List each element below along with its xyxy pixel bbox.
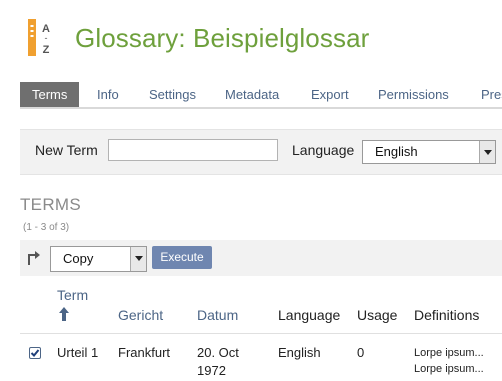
checkmark-icon bbox=[30, 349, 40, 357]
language-label: Language bbox=[292, 142, 355, 158]
column-header-definitions: Definitions bbox=[414, 307, 480, 323]
dropdown-arrow-icon bbox=[479, 141, 495, 163]
tab-settings[interactable]: Settings bbox=[149, 82, 196, 107]
language-select-value: English bbox=[375, 144, 418, 159]
tab-pres[interactable]: Pres bbox=[481, 82, 502, 107]
column-header-term[interactable]: Term bbox=[57, 287, 88, 303]
cell-datum-line1: 20. Oct bbox=[197, 345, 239, 360]
cell-usage: 0 bbox=[357, 345, 365, 360]
svg-text:-: - bbox=[45, 33, 48, 43]
bulk-action-value: Copy bbox=[63, 251, 94, 266]
bulk-action-select[interactable]: Copy bbox=[50, 246, 147, 272]
sort-ascending-icon[interactable] bbox=[58, 307, 70, 321]
tab-export[interactable]: Export bbox=[311, 82, 349, 107]
language-select[interactable]: English bbox=[362, 140, 496, 164]
tab-metadata[interactable]: Metadata bbox=[225, 82, 279, 107]
terms-heading: TERMS bbox=[20, 195, 81, 214]
tab-info[interactable]: Info bbox=[97, 82, 119, 107]
cell-term[interactable]: Urteil 1 bbox=[57, 345, 98, 360]
glossary-az-icon: A - Z bbox=[28, 19, 50, 56]
dropdown-arrow-icon bbox=[130, 247, 146, 271]
cell-gericht: Frankfurt bbox=[118, 345, 171, 360]
page-title: Glossary: Beispielglossar bbox=[75, 23, 370, 53]
cell-language: English bbox=[278, 345, 321, 360]
cell-definition-line2: Lorpe ipsum... bbox=[414, 363, 484, 375]
column-header-gericht[interactable]: Gericht bbox=[118, 307, 163, 323]
execute-button[interactable]: Execute bbox=[152, 246, 212, 269]
column-header-language: Language bbox=[278, 307, 341, 323]
cell-definition-line1: Lorpe ipsum... bbox=[414, 347, 484, 359]
column-header-datum[interactable]: Datum bbox=[197, 307, 238, 323]
cell-datum-line2: 1972 bbox=[197, 363, 226, 378]
terms-count: (1 - 3 of 3) bbox=[23, 222, 70, 233]
select-arrow-icon bbox=[28, 251, 40, 265]
column-header-usage: Usage bbox=[357, 307, 398, 323]
row-checkbox[interactable] bbox=[29, 347, 41, 359]
svg-text:Z: Z bbox=[43, 44, 50, 56]
tab-terms[interactable]: Terms bbox=[20, 82, 80, 107]
tab-bar: Terms Info Settings Metadata Export Perm… bbox=[20, 82, 502, 109]
new-term-input[interactable] bbox=[108, 139, 278, 161]
new-term-label: New Term bbox=[35, 142, 98, 158]
tab-permissions[interactable]: Permissions bbox=[378, 82, 449, 107]
table-header-divider bbox=[20, 333, 502, 334]
